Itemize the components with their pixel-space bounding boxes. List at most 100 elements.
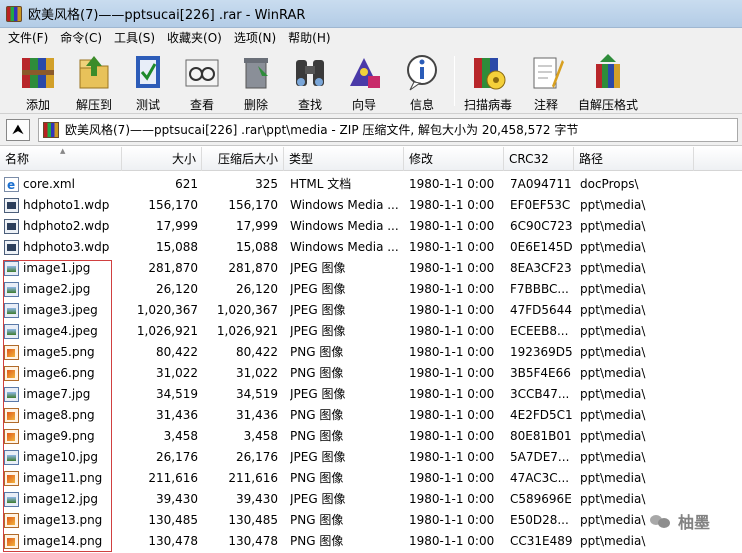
file-name: hdphoto1.wdp bbox=[23, 198, 110, 212]
sfx-button[interactable]: 自解压格式 bbox=[576, 50, 640, 112]
file-name-cell: core.xml bbox=[4, 174, 120, 195]
test-icon bbox=[128, 52, 168, 92]
file-size: 80,422 bbox=[156, 345, 198, 359]
file-path: ppt\media\ bbox=[580, 408, 646, 422]
find-button[interactable]: 查找 bbox=[286, 50, 334, 112]
file-modified: 1980-1-1 0:00 bbox=[409, 177, 495, 191]
title-bar: 欧美风格(7)——pptsucai[226] .rar - WinRAR bbox=[0, 0, 742, 28]
address-field[interactable]: 欧美风格(7)——pptsucai[226] .rar\ppt\media - … bbox=[38, 117, 738, 142]
column-crc32[interactable]: CRC32 bbox=[504, 147, 574, 171]
menu-tools[interactable]: 工具(S) bbox=[108, 28, 161, 48]
column-modified[interactable]: 修改 bbox=[404, 147, 504, 171]
file-size: 3,458 bbox=[163, 429, 198, 443]
file-path: ppt\media\ bbox=[580, 303, 646, 317]
file-size: 281,870 bbox=[148, 261, 198, 275]
file-packed-size: 156,170 bbox=[228, 198, 278, 212]
info-label: 信息 bbox=[409, 98, 434, 112]
info-button[interactable]: 信息 bbox=[398, 50, 446, 112]
test-label: 测试 bbox=[135, 98, 160, 112]
file-path: ppt\media\ bbox=[580, 219, 646, 233]
xml-file-icon bbox=[4, 175, 19, 195]
file-size: 621 bbox=[175, 177, 198, 191]
file-crc32: 80E81B01 bbox=[510, 429, 572, 443]
menu-options[interactable]: 选项(N) bbox=[228, 28, 282, 48]
wechat-icon bbox=[650, 513, 672, 529]
comment-button[interactable]: 注释 bbox=[522, 50, 570, 112]
file-crc32: 47FD5644 bbox=[510, 303, 572, 317]
file-packed-size: 130,485 bbox=[228, 513, 278, 527]
file-crc32: 3B5F4E66 bbox=[510, 366, 571, 380]
file-size: 1,020,367 bbox=[136, 303, 198, 317]
file-packed-size: 130,478 bbox=[228, 534, 278, 548]
address-bar: ⮝ 欧美风格(7)——pptsucai[226] .rar\ppt\media … bbox=[0, 114, 742, 146]
file-crc32: C589696E bbox=[510, 492, 572, 506]
delete-label: 删除 bbox=[243, 98, 268, 112]
file-type: Windows Media ... bbox=[290, 219, 399, 233]
file-size: 31,022 bbox=[156, 366, 198, 380]
column-name-label: 名称 bbox=[5, 152, 30, 166]
view-button[interactable]: 查看 bbox=[178, 50, 226, 112]
extract-to-button[interactable]: 解压到 bbox=[70, 50, 118, 112]
file-size: 34,519 bbox=[156, 387, 198, 401]
menu-commands[interactable]: 命令(C) bbox=[54, 28, 108, 48]
sfx-label: 自解压格式 bbox=[577, 98, 638, 112]
toolbar-separator bbox=[454, 56, 455, 106]
up-folder-button[interactable]: ⮝ bbox=[6, 118, 30, 141]
delete-button[interactable]: 删除 bbox=[232, 50, 280, 112]
file-crc32: 6C90C723 bbox=[510, 219, 573, 233]
file-modified: 1980-1-1 0:00 bbox=[409, 450, 495, 464]
file-row[interactable]: core.xml 621 325 HTML 文档 1980-1-1 0:00 7A0947… bbox=[0, 174, 742, 195]
file-name: hdphoto2.wdp bbox=[23, 219, 110, 233]
file-packed-size: 34,519 bbox=[236, 387, 278, 401]
file-path: ppt\media\ bbox=[580, 261, 646, 275]
file-modified: 1980-1-1 0:00 bbox=[409, 471, 495, 485]
file-row[interactable]: hdphoto1.wdp 156,170 156,170 Windows Media … bbox=[0, 195, 742, 216]
watermark: 柚墨 bbox=[650, 509, 710, 533]
file-modified: 1980-1-1 0:00 bbox=[409, 534, 495, 548]
address-path: 欧美风格(7)——pptsucai[226] .rar\ppt\media - … bbox=[65, 123, 579, 137]
file-crc32: CC31E489 bbox=[510, 534, 573, 548]
file-type: PNG 图像 bbox=[290, 408, 344, 422]
file-list: 名称 ▲ 大小 压缩后大小 类型 修改 CRC32 路径 core.xml 621… bbox=[0, 147, 742, 553]
view-icon bbox=[182, 52, 222, 92]
winrar-app-icon bbox=[6, 5, 22, 22]
virus-scan-button[interactable]: 扫描病毒 bbox=[460, 50, 516, 112]
file-row[interactable]: hdphoto2.wdp 17,999 17,999 Windows Media ..… bbox=[0, 216, 742, 237]
test-button[interactable]: 测试 bbox=[124, 50, 172, 112]
file-type: PNG 图像 bbox=[290, 366, 344, 380]
file-modified: 1980-1-1 0:00 bbox=[409, 261, 495, 275]
column-type[interactable]: 类型 bbox=[284, 147, 404, 171]
column-packed[interactable]: 压缩后大小 bbox=[202, 147, 284, 171]
wizard-icon bbox=[344, 52, 384, 92]
file-packed-size: 80,422 bbox=[236, 345, 278, 359]
add-button[interactable]: 添加 bbox=[14, 50, 62, 112]
file-packed-size: 211,616 bbox=[228, 471, 278, 485]
sort-ascending-icon: ▲ bbox=[60, 147, 66, 155]
delete-icon bbox=[236, 52, 276, 92]
file-path: ppt\media\ bbox=[580, 492, 646, 506]
file-modified: 1980-1-1 0:00 bbox=[409, 345, 495, 359]
wizard-button[interactable]: 向导 bbox=[340, 50, 388, 112]
file-name-cell: hdphoto2.wdp bbox=[4, 216, 120, 237]
file-modified: 1980-1-1 0:00 bbox=[409, 198, 495, 212]
file-modified: 1980-1-1 0:00 bbox=[409, 240, 495, 254]
wdp-file-icon bbox=[4, 240, 19, 255]
column-size[interactable]: 大小 bbox=[122, 147, 202, 171]
file-row[interactable]: hdphoto3.wdp 15,088 15,088 Windows Media ..… bbox=[0, 237, 742, 258]
file-crc32: 8EA3CF23 bbox=[510, 261, 572, 275]
file-path: ppt\media\ bbox=[580, 198, 646, 212]
file-size: 31,436 bbox=[156, 408, 198, 422]
file-modified: 1980-1-1 0:00 bbox=[409, 282, 495, 296]
file-size: 26,120 bbox=[156, 282, 198, 296]
column-name[interactable]: 名称 ▲ bbox=[0, 147, 122, 171]
view-label: 查看 bbox=[189, 98, 214, 112]
file-type: PNG 图像 bbox=[290, 513, 344, 527]
menu-favorites[interactable]: 收藏夹(O) bbox=[161, 28, 228, 48]
file-modified: 1980-1-1 0:00 bbox=[409, 219, 495, 233]
column-path[interactable]: 路径 bbox=[574, 147, 694, 171]
file-size: 156,170 bbox=[148, 198, 198, 212]
menu-help[interactable]: 帮助(H) bbox=[282, 28, 336, 48]
menu-file[interactable]: 文件(F) bbox=[2, 28, 54, 48]
info-icon bbox=[402, 52, 442, 92]
file-type: JPEG 图像 bbox=[290, 282, 346, 296]
